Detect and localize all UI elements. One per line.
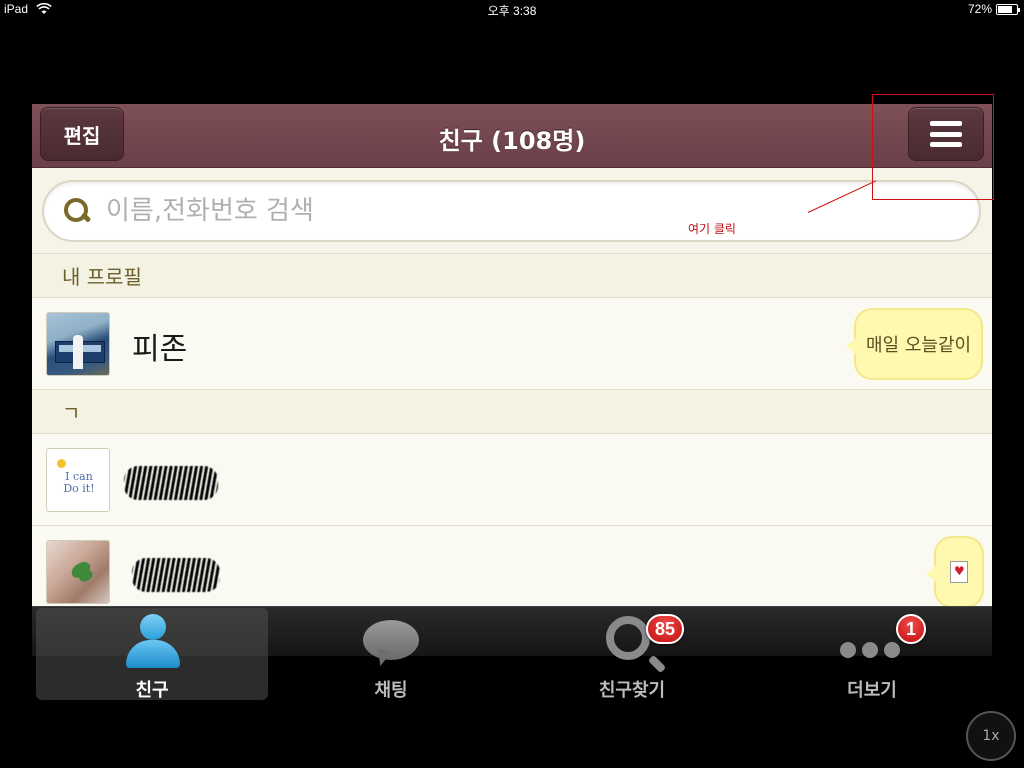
- avatar: [46, 540, 110, 604]
- battery-percent: 72%: [967, 2, 992, 16]
- page-title: 친구 (108명): [438, 127, 586, 155]
- annotation-text: 여기 클릭: [688, 222, 736, 236]
- search-icon: [62, 196, 92, 226]
- tab-chat[interactable]: 채팅: [275, 608, 507, 701]
- annotation-highlight-box: [872, 94, 994, 200]
- friend-row[interactable]: [32, 526, 992, 618]
- tab-label: 친구찾기: [598, 680, 666, 701]
- navigation-bar: 편집 친구 (108명): [32, 104, 992, 168]
- status-message-bubble: [926, 536, 984, 608]
- section-header-my-profile: 내 프로필: [32, 254, 992, 298]
- ipad-screen: iPad 오후 3:38 72% 편집 친구 (108명) 이름,전화번호 검색…: [0, 0, 1024, 768]
- section-header-giyeok: ㄱ: [32, 390, 992, 434]
- tab-more[interactable]: 더보기: [756, 608, 988, 701]
- status-message-bubble: 매일 오늘같이: [845, 308, 984, 380]
- person-icon: [122, 614, 182, 670]
- redacted-name: [132, 558, 220, 592]
- chat-bubble-icon: [361, 614, 421, 670]
- zoom-button[interactable]: 1x: [966, 711, 1016, 761]
- avatar: [46, 312, 110, 376]
- search-bar: [32, 168, 992, 254]
- friend-row-my-profile[interactable]: 피존 매일 오늘같이: [32, 298, 992, 390]
- battery-icon: [996, 3, 1020, 15]
- tab-label: 친구: [135, 680, 169, 701]
- tab-label: 더보기: [847, 680, 897, 701]
- find-friends-badge: 85: [646, 614, 685, 644]
- friend-row[interactable]: I can Do it!: [32, 434, 992, 526]
- avatar: I can Do it!: [46, 448, 110, 512]
- friend-name: 피존: [132, 332, 188, 367]
- more-badge: 1: [896, 614, 926, 644]
- redacted-name: [124, 466, 218, 500]
- tab-find-friends[interactable]: 친구찾기: [516, 608, 748, 701]
- friends-screen: 편집 친구 (108명) 내 프로필 피존 매일 오늘같이 ㄱ I canDo …: [32, 104, 992, 656]
- tab-friends[interactable]: 친구: [36, 608, 268, 701]
- status-time: 오후 3:38: [487, 4, 537, 18]
- status-bar: iPad 오후 3:38 72%: [0, 0, 1024, 20]
- more-dots-icon: [840, 614, 900, 670]
- search-box[interactable]: [42, 180, 981, 242]
- card-emoticon-icon: [950, 561, 968, 583]
- tab-label: 채팅: [374, 680, 408, 701]
